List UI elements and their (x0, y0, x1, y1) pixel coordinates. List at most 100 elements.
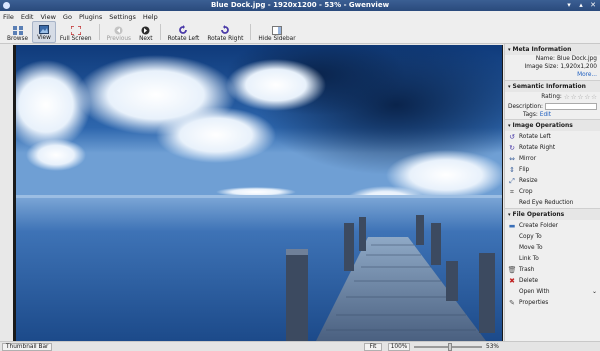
op-flip[interactable]: ⇕ Flip (505, 164, 600, 175)
op-label: Link To (519, 255, 539, 262)
zoom-100-button[interactable]: 100% (388, 343, 410, 351)
rating-label: Rating: (541, 94, 562, 100)
op-label: Move To (519, 244, 543, 251)
menu-file[interactable]: File (3, 13, 14, 21)
op-open-with[interactable]: Open With ⌄ (505, 286, 600, 297)
hide-sidebar-button[interactable]: Hide Sidebar (254, 21, 299, 43)
resize-icon: ⤢ (509, 176, 515, 185)
zoom-slider[interactable] (414, 343, 482, 351)
image-operations-header[interactable]: ▾ Image Operations (505, 120, 600, 131)
star-icon[interactable]: ☆ (571, 93, 577, 101)
previous-button[interactable]: Previous (103, 21, 136, 43)
image-viewer[interactable] (13, 45, 503, 341)
maximize-icon[interactable]: ▴ (577, 1, 585, 9)
more-link[interactable]: More... (505, 71, 600, 80)
move-icon (508, 244, 516, 252)
star-icon[interactable]: ☆ (578, 93, 584, 101)
semantic-information-section: ▾ Semantic Information Rating: ☆ ☆ ☆ ☆ ☆… (505, 81, 600, 120)
op-label: Red Eye Reduction (519, 199, 574, 206)
semantic-information-header[interactable]: ▾ Semantic Information (505, 81, 600, 92)
description-input[interactable] (544, 103, 597, 110)
op-link-to[interactable]: Link To (505, 253, 600, 264)
minimize-icon[interactable]: ▾ (565, 1, 573, 9)
trash-icon: 🗑 (507, 265, 517, 274)
rating-stars[interactable]: ☆ ☆ ☆ ☆ ☆ (564, 93, 597, 101)
fullscreen-button[interactable]: Full Screen (56, 21, 96, 43)
rotate-left-label: Rotate Left (167, 36, 200, 42)
sidebar: ▾ Meta Information Name: Blue Dock.jpg I… (504, 44, 600, 341)
toolbar-separator (159, 24, 161, 40)
file-operations-title: File Operations (512, 211, 565, 218)
op-crop[interactable]: ⌗ Crop (505, 186, 600, 197)
semantic-information-title: Semantic Information (512, 83, 586, 90)
menu-view[interactable]: View (40, 13, 55, 21)
image-size-label: Image Size: (524, 64, 559, 70)
next-button[interactable]: Next (135, 21, 157, 43)
menu-go[interactable]: Go (63, 13, 72, 21)
close-icon[interactable]: ✕ (589, 1, 597, 9)
op-label: Open With (519, 288, 550, 295)
window-title: Blue Dock.jpg - 1920x1200 - 53% - Gwenvi… (210, 1, 390, 9)
op-rotate-left[interactable]: ↺ Rotate Left (505, 131, 600, 142)
op-label: Rotate Left (519, 133, 551, 140)
browse-label: Browse (7, 36, 29, 42)
tags-row: Tags: Edit (505, 111, 600, 119)
rating-row: Rating: ☆ ☆ ☆ ☆ ☆ (505, 92, 600, 102)
op-create-folder[interactable]: ▬ Create Folder (505, 220, 600, 231)
op-label: Trash (519, 266, 535, 273)
rotate-left-button[interactable]: Rotate Left (164, 21, 204, 43)
meta-information-header[interactable]: ▾ Meta Information (505, 44, 600, 55)
op-move-to[interactable]: Move To (505, 242, 600, 253)
menu-plugins[interactable]: Plugins (79, 13, 102, 21)
name-label: Name: (535, 56, 555, 62)
op-resize[interactable]: ⤢ Resize (505, 175, 600, 186)
op-delete[interactable]: ✖ Delete (505, 275, 600, 286)
rotate-right-button[interactable]: Rotate Right (203, 21, 247, 43)
zoom-fit-button[interactable]: Fit (364, 343, 382, 351)
menu-settings[interactable]: Settings (109, 13, 136, 21)
op-mirror[interactable]: ⇔ Mirror (505, 153, 600, 164)
rotate-left-icon (178, 25, 188, 35)
op-trash[interactable]: 🗑 Trash (505, 264, 600, 275)
description-label: Description: (508, 103, 543, 110)
collapse-triangle-icon: ▾ (508, 211, 511, 218)
flip-icon: ⇕ (509, 165, 515, 174)
next-label: Next (139, 36, 153, 42)
star-icon[interactable]: ☆ (591, 93, 597, 101)
tags-edit-link[interactable]: Edit (540, 112, 551, 118)
browse-button[interactable]: Browse (3, 21, 32, 43)
tags-label: Tags: (523, 112, 538, 118)
next-icon (141, 25, 151, 35)
op-label: Flip (519, 166, 530, 173)
window-controls: ▾ ▴ ✕ (565, 1, 597, 9)
file-operations-header[interactable]: ▾ File Operations (505, 209, 600, 220)
meta-information-title: Meta Information (512, 46, 572, 53)
op-copy-to[interactable]: Copy To (505, 231, 600, 242)
mirror-icon: ⇔ (509, 154, 515, 163)
star-icon[interactable]: ☆ (564, 93, 570, 101)
folder-icon: ▬ (508, 221, 516, 230)
thumbnail-bar-toggle[interactable]: Thumbnail Bar (2, 343, 53, 351)
rotate-right-icon: ↻ (509, 143, 515, 152)
copy-icon (508, 233, 516, 241)
zoom-slider-handle[interactable] (448, 343, 453, 351)
op-label: Properties (519, 299, 549, 306)
op-label: Resize (519, 177, 538, 184)
name-value: Blue Dock.jpg (556, 56, 597, 62)
image-operations-section: ▾ Image Operations ↺ Rotate Left ↻ Rotat… (505, 120, 600, 209)
op-red-eye-reduction[interactable]: Red Eye Reduction (505, 197, 600, 208)
crop-icon: ⌗ (510, 187, 514, 196)
menu-edit[interactable]: Edit (21, 13, 34, 21)
meta-information-section: ▾ Meta Information Name: Blue Dock.jpg I… (505, 44, 600, 81)
op-label: Delete (519, 277, 539, 284)
rotate-right-label: Rotate Right (207, 36, 244, 42)
star-icon[interactable]: ☆ (584, 93, 590, 101)
op-properties[interactable]: ✎ Properties (505, 297, 600, 308)
file-operations-section: ▾ File Operations ▬ Create Folder Copy T… (505, 209, 600, 308)
view-label: View (37, 35, 51, 41)
gwenview-app-icon[interactable] (3, 2, 10, 9)
menu-help[interactable]: Help (143, 13, 158, 21)
op-rotate-right[interactable]: ↻ Rotate Right (505, 142, 600, 153)
view-button[interactable]: View (32, 21, 56, 43)
hide-sidebar-icon (272, 25, 283, 35)
